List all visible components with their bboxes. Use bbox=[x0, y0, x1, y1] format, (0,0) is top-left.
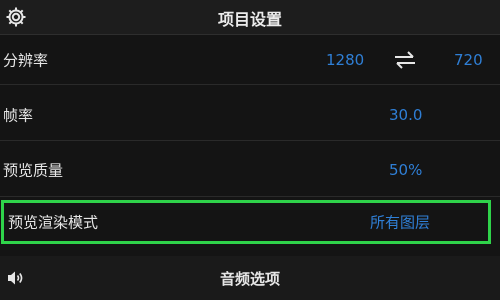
divider bbox=[0, 140, 500, 141]
preview-quality-value[interactable]: 50% bbox=[389, 161, 422, 179]
preview-quality-label: 预览质量 bbox=[3, 161, 64, 180]
preview-render-mode-label: 预览渲染模式 bbox=[8, 213, 99, 232]
divider bbox=[0, 84, 500, 85]
frame-rate-label: 帧率 bbox=[3, 106, 34, 125]
swap-arrows-icon[interactable] bbox=[392, 50, 418, 70]
frame-rate-value[interactable]: 30.0 bbox=[389, 106, 422, 124]
divider bbox=[0, 196, 500, 197]
setting-row-resolution[interactable]: 分辨率 1280 720 bbox=[0, 37, 500, 83]
preview-render-mode-value[interactable]: 所有图层 bbox=[370, 212, 430, 233]
resolution-height-value[interactable]: 720 bbox=[454, 51, 483, 69]
resolution-label: 分辨率 bbox=[3, 51, 49, 70]
setting-row-frame-rate[interactable]: 帧率 30.0 bbox=[0, 92, 500, 138]
resolution-width-value[interactable]: 1280 bbox=[326, 51, 364, 69]
setting-row-preview-quality[interactable]: 预览质量 50% bbox=[0, 147, 500, 193]
header-bar: 项目设置 bbox=[0, 0, 500, 35]
audio-options-bar[interactable]: 音频选项 bbox=[0, 256, 500, 300]
page-title: 项目设置 bbox=[217, 10, 282, 29]
setting-row-preview-render-mode[interactable]: 预览渲染模式 所有图层 bbox=[0, 200, 500, 244]
audio-options-title: 音频选项 bbox=[219, 270, 280, 288]
